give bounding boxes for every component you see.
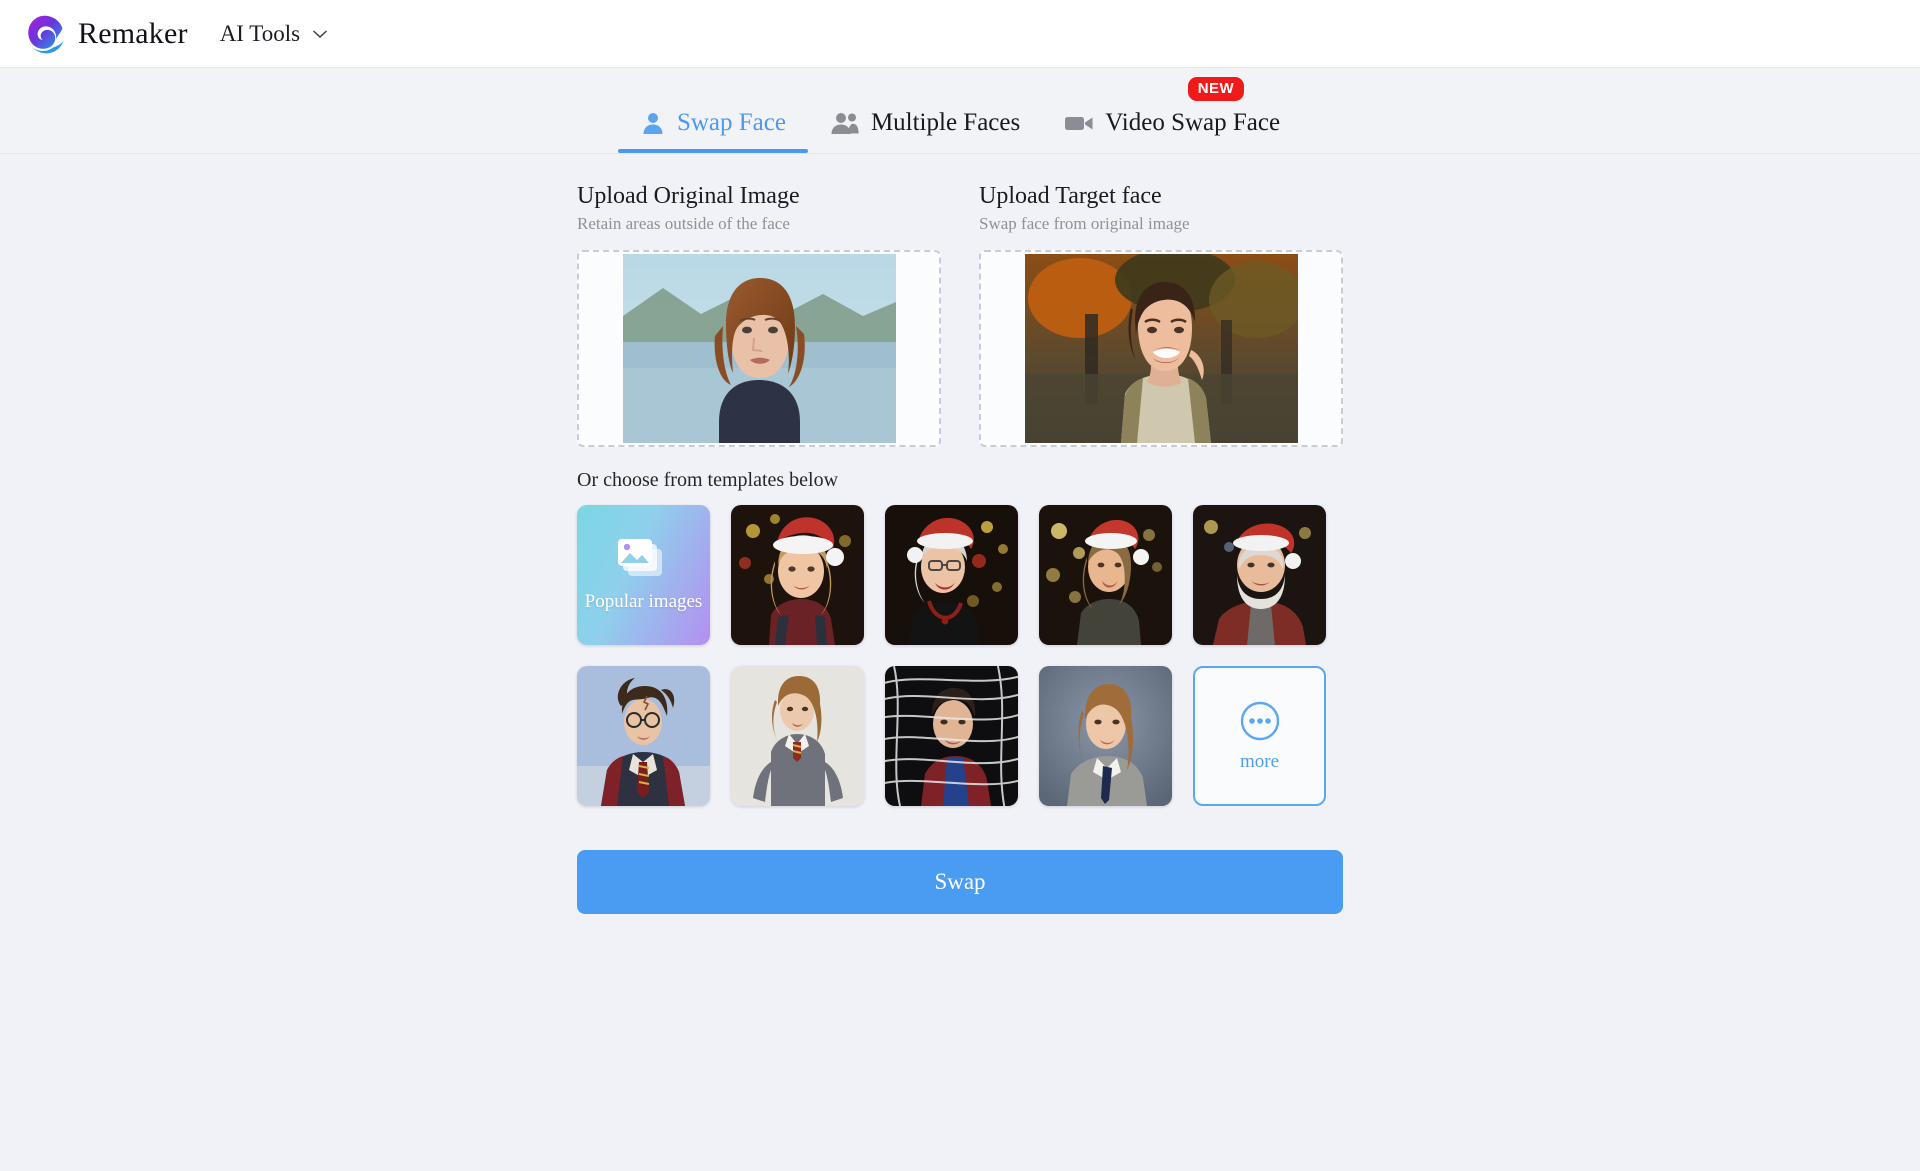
tab-multiple-faces-label: Multiple Faces [870,109,1021,136]
target-image-thumbnail [1024,254,1298,443]
upload-target-column: Upload Target face Swap face from origin… [979,181,1343,447]
upload-target-dropzone[interactable] [979,250,1343,447]
template-item[interactable] [731,666,864,806]
template-item[interactable] [1039,505,1172,645]
brand-title: Remaker [78,16,188,50]
templates-grid: Popular images more [577,505,1343,806]
upload-original-subtitle: Retain areas outside of the face [577,214,790,233]
nav-ai-tools[interactable]: AI Tools [220,21,328,47]
template-item[interactable] [577,666,710,806]
template-item[interactable] [885,666,1018,806]
chevron-down-icon [313,29,328,38]
tab-multiple-faces[interactable]: Multiple Faces [808,109,1042,153]
upload-row: Upload Original Image Retain areas outsi… [577,181,1343,447]
more-dots-circle-icon [1240,701,1279,740]
original-image-thumbnail [622,254,896,443]
swap-button[interactable]: Swap [577,850,1343,914]
main-area: Upload Original Image Retain areas outsi… [0,154,1920,914]
swirl-logo-icon[interactable] [22,11,68,57]
video-camera-icon [1064,112,1094,134]
stacked-images-icon [617,539,662,576]
template-popular-label: Popular images [584,591,703,612]
upload-original-column: Upload Original Image Retain areas outsi… [577,181,941,447]
template-more-button[interactable]: more [1193,666,1326,806]
template-more-label: more [1239,750,1280,772]
people-icon [830,110,860,136]
mode-tabs: Swap Face Multiple Faces NEW Video Swap … [617,77,1302,153]
template-item[interactable] [885,505,1018,645]
template-item[interactable] [1039,666,1172,806]
tab-swap-face-label: Swap Face [676,109,786,136]
upload-target-subtitle: Swap face from original image [979,214,1190,233]
template-item[interactable] [731,505,864,645]
upload-original-title: Upload Original Image [577,183,800,209]
new-badge: NEW [1187,77,1245,101]
nav-ai-tools-label: AI Tools [219,20,301,46]
template-item[interactable] [1193,505,1326,645]
tab-swap-face[interactable]: Swap Face [617,109,808,153]
template-popular-images[interactable]: Popular images [577,505,710,645]
tab-video-swap-face[interactable]: NEW Video Swap Face [1042,77,1302,153]
upload-original-dropzone[interactable] [577,250,941,447]
tab-video-swap-face-label: Video Swap Face [1105,109,1281,136]
app-header: Remaker AI Tools [0,0,1920,68]
person-icon [640,110,666,136]
swap-panel: Upload Original Image Retain areas outsi… [577,154,1343,914]
mode-tabbar: Swap Face Multiple Faces NEW Video Swap … [0,68,1920,154]
upload-target-title: Upload Target face [979,183,1162,209]
templates-label: Or choose from templates below [577,469,839,491]
